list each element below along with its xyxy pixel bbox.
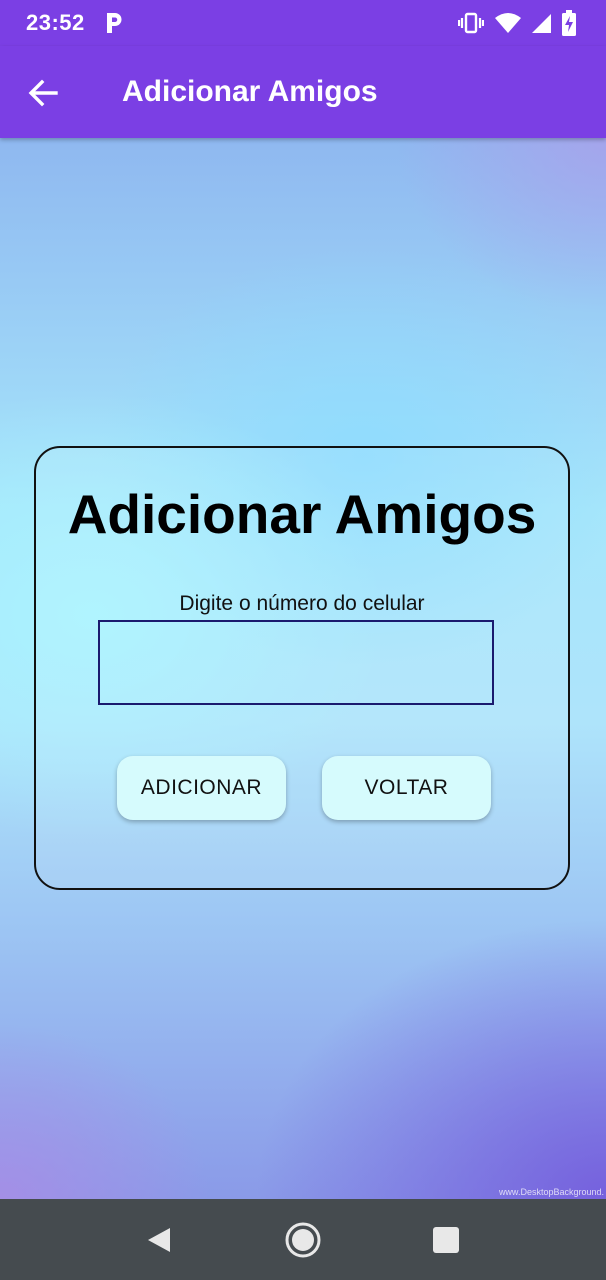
arrow-back-icon[interactable] xyxy=(26,76,60,110)
status-icons xyxy=(458,10,576,36)
app-bar: Adicionar Amigos xyxy=(0,46,606,138)
signal-icon xyxy=(532,14,551,33)
add-friends-card: Adicionar Amigos Digite o número do celu… xyxy=(34,446,570,890)
app-bar-title: Adicionar Amigos xyxy=(122,75,378,108)
phone-label: Digite o número do celular xyxy=(179,592,425,615)
nav-recents-icon[interactable] xyxy=(433,1227,459,1253)
status-bar: 23:52 xyxy=(0,0,606,46)
phone-input[interactable] xyxy=(98,620,494,705)
card-title: Adicionar Amigos xyxy=(67,483,537,545)
watermark: www.DesktopBackground. xyxy=(498,1187,604,1197)
back-button[interactable]: VOLTAR xyxy=(322,756,491,820)
vibrate-icon xyxy=(458,12,484,34)
nav-bar xyxy=(0,1199,606,1280)
add-button[interactable]: ADICIONAR xyxy=(117,756,286,820)
p-icon xyxy=(107,13,122,33)
battery-charging-icon xyxy=(562,10,576,36)
wifi-icon xyxy=(495,13,521,33)
nav-back-icon[interactable] xyxy=(146,1226,172,1254)
status-time: 23:52 xyxy=(26,10,85,35)
nav-home-icon[interactable] xyxy=(284,1221,322,1259)
content-area: Adicionar Amigos Digite o número do celu… xyxy=(0,138,606,1199)
